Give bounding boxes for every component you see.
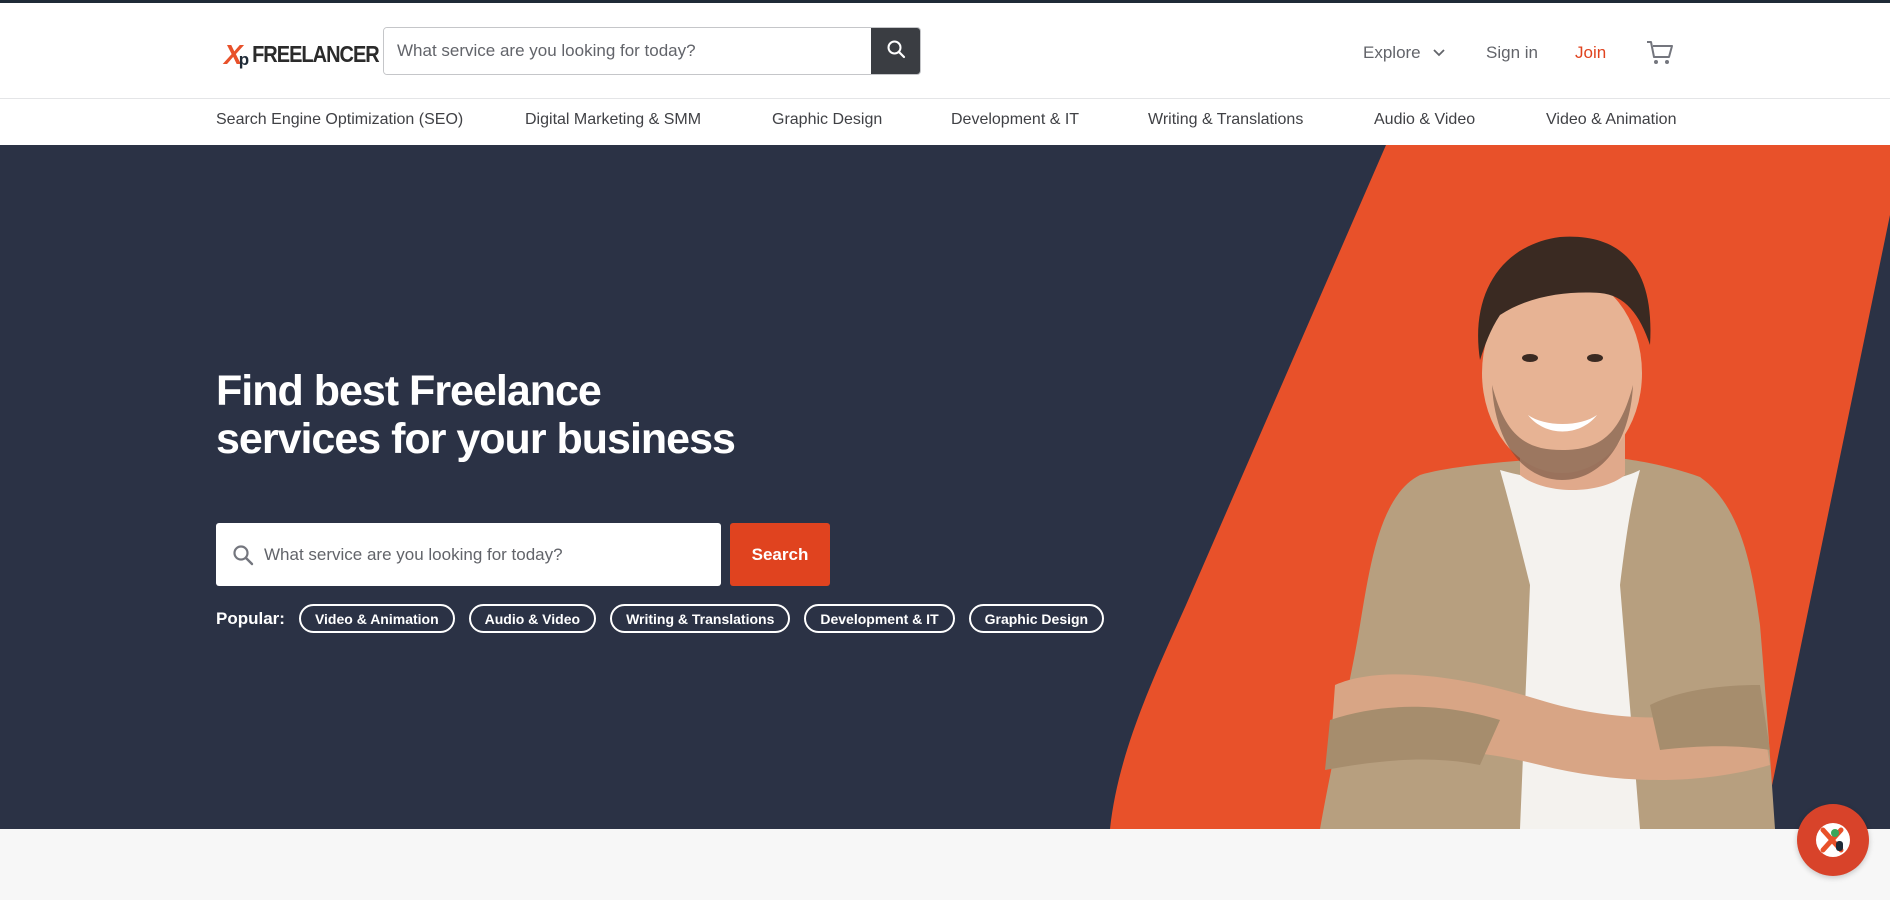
category-seo[interactable]: Search Engine Optimization (SEO) xyxy=(216,111,463,129)
popular-tag[interactable]: Graphic Design xyxy=(968,604,1105,633)
hero-person-image xyxy=(1320,236,1775,829)
hero-search-button[interactable]: Search xyxy=(730,523,830,586)
popular-tag[interactable]: Development & IT xyxy=(804,604,955,633)
below-hero-section xyxy=(0,829,1890,900)
header-search-button[interactable] xyxy=(871,28,920,74)
category-graphic-design[interactable]: Graphic Design xyxy=(772,111,882,129)
hero-title-line1: Find best Freelance xyxy=(216,367,602,415)
popular-tag[interactable]: Audio & Video xyxy=(468,604,597,633)
site-header: X p FREELANCER Explore Sign in Join xyxy=(0,3,1890,99)
logo-text: FREELANCER xyxy=(252,41,380,68)
popular-label: Popular: xyxy=(216,608,285,628)
cart-button[interactable] xyxy=(1646,39,1674,67)
popular-tags: Popular: Video & Animation Audio & Video… xyxy=(216,604,1118,633)
cart-icon xyxy=(1646,40,1674,66)
explore-label: Explore xyxy=(1363,43,1421,62)
category-writing-translations[interactable]: Writing & Translations xyxy=(1148,111,1303,129)
chat-button[interactable] xyxy=(1797,804,1869,876)
join-link[interactable]: Join xyxy=(1575,39,1606,67)
search-icon xyxy=(232,544,254,566)
header-search xyxy=(383,27,921,75)
hero-search xyxy=(216,523,721,586)
hero-title-line2: services for your business xyxy=(216,415,736,463)
chevron-down-icon xyxy=(1433,49,1445,57)
site-logo[interactable]: X p FREELANCER xyxy=(224,39,380,71)
category-development-it[interactable]: Development & IT xyxy=(951,111,1079,129)
category-audio-video[interactable]: Audio & Video xyxy=(1374,111,1475,129)
hero-title: Find best Freelance services for your bu… xyxy=(216,367,816,463)
popular-tag[interactable]: Video & Animation xyxy=(298,604,455,633)
explore-menu[interactable]: Explore xyxy=(1363,39,1445,67)
category-digital-marketing[interactable]: Digital Marketing & SMM xyxy=(525,111,701,129)
signin-link[interactable]: Sign in xyxy=(1486,39,1538,67)
search-icon xyxy=(886,39,906,64)
header-search-input[interactable] xyxy=(384,28,871,74)
popular-tag[interactable]: Writing & Translations xyxy=(610,604,791,633)
hero-search-input[interactable] xyxy=(254,523,721,586)
logo-sub: p xyxy=(238,50,250,69)
chat-logo-icon xyxy=(1814,821,1852,859)
category-video-animation[interactable]: Video & Animation xyxy=(1546,111,1676,129)
category-bar: Search Engine Optimization (SEO) Digital… xyxy=(0,99,1890,144)
hero-section: Find best Freelance services for your bu… xyxy=(0,145,1890,829)
